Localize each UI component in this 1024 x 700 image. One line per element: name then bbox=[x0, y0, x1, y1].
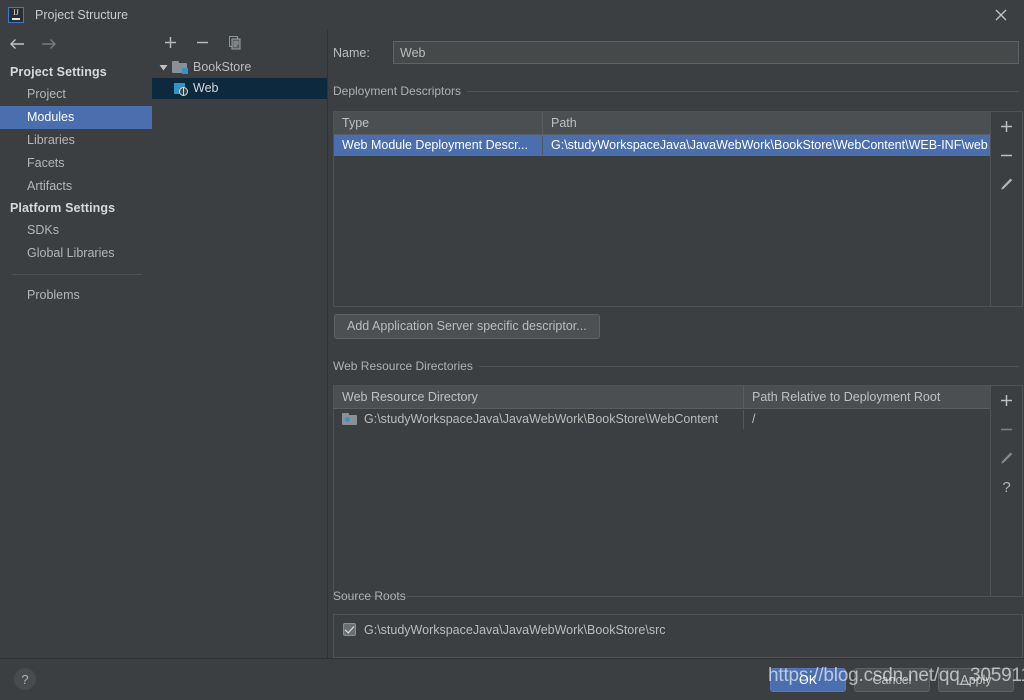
web-module-icon bbox=[174, 82, 188, 96]
source-root-checkbox[interactable] bbox=[343, 623, 356, 636]
deployment-descriptors-group-title: Deployment Descriptors bbox=[333, 84, 1019, 98]
add-module-button[interactable] bbox=[162, 34, 179, 51]
add-web-resource-button[interactable] bbox=[996, 390, 1018, 411]
folder-icon bbox=[172, 61, 188, 74]
web-resource-directories-toolbar: ? bbox=[990, 386, 1022, 596]
sidebar-item-modules[interactable]: Modules bbox=[0, 106, 152, 129]
back-arrow-icon[interactable] bbox=[8, 35, 26, 53]
remove-descriptor-button[interactable] bbox=[996, 145, 1018, 166]
chevron-down-icon[interactable] bbox=[158, 62, 169, 73]
tree-node-label: BookStore bbox=[193, 60, 252, 74]
deployment-descriptors-toolbar bbox=[990, 112, 1022, 306]
table-header-row: Web Resource Directory Path Relative to … bbox=[334, 386, 990, 409]
remove-module-button[interactable] bbox=[194, 34, 211, 51]
column-header-path-relative[interactable]: Path Relative to Deployment Root bbox=[743, 386, 990, 408]
close-icon[interactable] bbox=[978, 0, 1024, 29]
group-rule bbox=[467, 90, 1019, 92]
copy-module-button[interactable] bbox=[226, 34, 243, 51]
deployment-descriptors-table[interactable]: Type Path Web Module Deployment Descr...… bbox=[333, 111, 1023, 307]
source-roots-label: Source Roots bbox=[333, 589, 406, 603]
web-resource-directories-group-title: Web Resource Directories bbox=[333, 359, 1019, 373]
cancel-button[interactable]: Cancel bbox=[854, 668, 930, 692]
cell-type: Web Module Deployment Descr... bbox=[342, 138, 528, 152]
tree-node-label: Web bbox=[193, 81, 219, 95]
column-header-web-resource-directory[interactable]: Web Resource Directory bbox=[334, 386, 743, 408]
column-header-type[interactable]: Type bbox=[334, 112, 542, 134]
add-descriptor-button[interactable] bbox=[996, 116, 1018, 137]
dialog-button-group: OK Cancel Apply bbox=[770, 668, 1014, 692]
title-bar: IJ Project Structure bbox=[0, 0, 1024, 29]
tree-node-web[interactable]: Web bbox=[152, 78, 327, 99]
table-rows: G:\studyWorkspaceJava\JavaWebWork\BookSt… bbox=[334, 409, 990, 596]
source-roots-group-title: Source Roots bbox=[333, 589, 1019, 603]
web-resource-directories-table[interactable]: Web Resource Directory Path Relative to … bbox=[333, 385, 1023, 597]
forward-arrow-icon[interactable] bbox=[40, 35, 58, 53]
column-header-path[interactable]: Path bbox=[542, 112, 990, 134]
table-header-row: Type Path bbox=[334, 112, 990, 135]
group-rule bbox=[478, 365, 1019, 367]
logo-bar bbox=[12, 17, 20, 20]
source-root-item[interactable]: G:\studyWorkspaceJava\JavaWebWork\BookSt… bbox=[334, 619, 1022, 640]
sidebar-sections: Project Settings Project Modules Librari… bbox=[0, 58, 152, 307]
sidebar-section-header-project-settings: Project Settings bbox=[10, 65, 107, 79]
source-roots-list[interactable]: G:\studyWorkspaceJava\JavaWebWork\BookSt… bbox=[333, 614, 1023, 658]
sidebar-nav-buttons bbox=[0, 29, 152, 58]
folder-icon bbox=[342, 413, 358, 426]
window-title: Project Structure bbox=[35, 7, 129, 22]
apply-button[interactable]: Apply bbox=[938, 668, 1014, 692]
cell-relative-path: / bbox=[743, 410, 990, 429]
module-tree-toolbar bbox=[152, 29, 327, 56]
sidebar-section-header-platform-settings: Platform Settings bbox=[10, 201, 116, 215]
sidebar-item-artifacts[interactable]: Artifacts bbox=[0, 175, 152, 198]
remove-web-resource-button[interactable] bbox=[996, 419, 1018, 440]
settings-sidebar: Project Settings Project Modules Librari… bbox=[0, 29, 152, 658]
tree-node-bookstore[interactable]: BookStore bbox=[152, 57, 327, 78]
sidebar-item-project[interactable]: Project bbox=[0, 83, 152, 106]
sidebar-item-libraries[interactable]: Libraries bbox=[0, 129, 152, 152]
edit-web-resource-button[interactable] bbox=[996, 448, 1018, 469]
edit-descriptor-button[interactable] bbox=[996, 174, 1018, 195]
sidebar-item-global-libraries[interactable]: Global Libraries bbox=[0, 242, 152, 265]
logo-text: IJ bbox=[13, 7, 19, 17]
name-label: Name: bbox=[333, 45, 370, 60]
group-rule bbox=[411, 595, 1019, 597]
table-body-wrapper: Web Resource Directory Path Relative to … bbox=[334, 386, 990, 596]
source-root-path: G:\studyWorkspaceJava\JavaWebWork\BookSt… bbox=[364, 622, 666, 637]
module-tree-panel: BookStore Web bbox=[152, 29, 327, 658]
sidebar-item-sdks[interactable]: SDKs bbox=[0, 219, 152, 242]
module-tree: BookStore Web bbox=[152, 57, 327, 99]
name-input[interactable] bbox=[393, 41, 1019, 64]
table-row[interactable]: G:\studyWorkspaceJava\JavaWebWork\BookSt… bbox=[334, 409, 990, 430]
help-button[interactable]: ? bbox=[14, 668, 36, 690]
table-body-wrapper: Type Path Web Module Deployment Descr...… bbox=[334, 112, 990, 306]
web-resource-directories-label: Web Resource Directories bbox=[333, 359, 473, 373]
cell-web-resource-directory: G:\studyWorkspaceJava\JavaWebWork\BookSt… bbox=[334, 410, 743, 429]
module-details-panel: Name: Deployment Descriptors Type Path W… bbox=[328, 29, 1024, 658]
sidebar-divider bbox=[12, 274, 142, 275]
cell-text: G:\studyWorkspaceJava\JavaWebWork\BookSt… bbox=[364, 412, 719, 426]
name-row: Name: bbox=[333, 41, 1019, 64]
ok-button[interactable]: OK bbox=[770, 668, 846, 692]
dialog-footer: ? OK Cancel Apply bbox=[0, 659, 1024, 700]
add-application-server-descriptor-button[interactable]: Add Application Server specific descript… bbox=[334, 314, 600, 339]
sidebar-item-problems[interactable]: Problems bbox=[0, 284, 152, 307]
help-web-resource-button[interactable]: ? bbox=[996, 477, 1018, 498]
project-structure-dialog: IJ Project Structure Project Settings Pr… bbox=[0, 0, 1024, 700]
table-row[interactable]: Web Module Deployment Descr... G:\studyW… bbox=[334, 135, 990, 156]
table-rows: Web Module Deployment Descr... G:\studyW… bbox=[334, 135, 990, 306]
deployment-descriptors-label: Deployment Descriptors bbox=[333, 84, 462, 98]
cell-path: G:\studyWorkspaceJava\JavaWebWork\BookSt… bbox=[542, 136, 990, 155]
sidebar-item-facets[interactable]: Facets bbox=[0, 152, 152, 175]
intellij-logo-icon: IJ bbox=[8, 6, 24, 23]
